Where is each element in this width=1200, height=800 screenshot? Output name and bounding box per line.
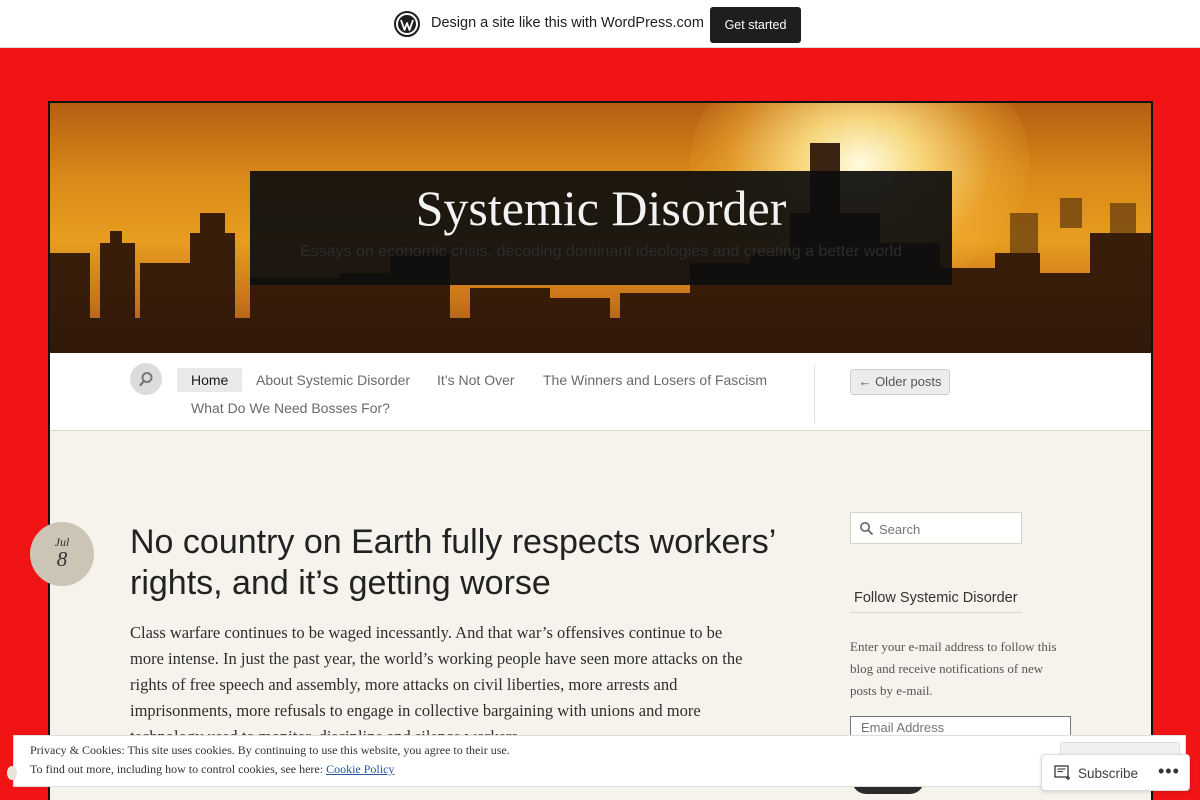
search-icon — [860, 522, 873, 535]
subscribe-widget: Subscribe ••• — [1041, 754, 1190, 791]
search-icon — [139, 372, 153, 387]
reader-subscribe-icon — [1054, 765, 1070, 780]
nav-search-button[interactable] — [130, 363, 162, 395]
more-options-icon[interactable]: ••• — [1158, 761, 1180, 782]
menu-item-about[interactable]: About Systemic Disorder — [256, 372, 410, 388]
sidebar-search-input[interactable] — [879, 519, 1017, 539]
nav-area: Home About Systemic Disorder It’s Not Ov… — [50, 353, 1151, 431]
post-title[interactable]: No country on Earth fully respects worke… — [130, 522, 790, 604]
site-title[interactable]: Systemic Disorder — [250, 179, 952, 237]
menu-item-winners-losers-fascism[interactable]: The Winners and Losers of Fascism — [543, 372, 767, 388]
follow-widget-title: Follow Systemic Disorder — [850, 586, 1022, 613]
cookie-notice-text: Privacy & Cookies: This site uses cookie… — [30, 743, 510, 757]
menu-item-bosses[interactable]: What Do We Need Bosses For? — [191, 400, 390, 416]
header-image: Systemic Disorder Essays on economic cri… — [50, 103, 1151, 353]
nav-divider — [814, 365, 815, 423]
post-body: Class warfare continues to be waged ince… — [130, 623, 743, 746]
older-posts-button[interactable]: ← Older posts — [850, 369, 950, 395]
follow-widget-text: Enter your e-mail address to follow this… — [850, 639, 1057, 698]
menu-item-its-not-over[interactable]: It’s Not Over — [437, 372, 515, 388]
subscribe-button[interactable]: Subscribe — [1054, 765, 1138, 781]
site-tagline: Essays on economic crisis, decoding domi… — [299, 243, 903, 260]
subscribe-label: Subscribe — [1078, 766, 1139, 781]
wordpress-promo-bar: Design a site like this with WordPress.c… — [0, 0, 1200, 48]
cookie-policy-link[interactable]: Cookie Policy — [326, 762, 394, 776]
cookie-banner: Privacy & Cookies: This site uses cookie… — [13, 735, 1186, 787]
edge-decoration — [7, 766, 17, 780]
get-started-button[interactable]: Get started — [710, 7, 801, 43]
wordpress-promo-text: Design a site like this with WordPress.c… — [431, 15, 704, 31]
post-date-badge: Jul 8 — [30, 522, 94, 586]
follow-email-input[interactable] — [861, 718, 1061, 736]
cookie-more-info-text: To find out more, including how to contr… — [30, 762, 324, 776]
wordpress-logo-icon[interactable] — [394, 11, 420, 37]
post-date-day: 8 — [56, 547, 68, 571]
cookie-more-info: To find out more, including how to contr… — [30, 762, 394, 777]
menu-item-home[interactable]: Home — [177, 368, 243, 392]
sidebar-search-field[interactable] — [850, 512, 1022, 544]
site-title-box: Systemic Disorder Essays on economic cri… — [250, 171, 952, 285]
